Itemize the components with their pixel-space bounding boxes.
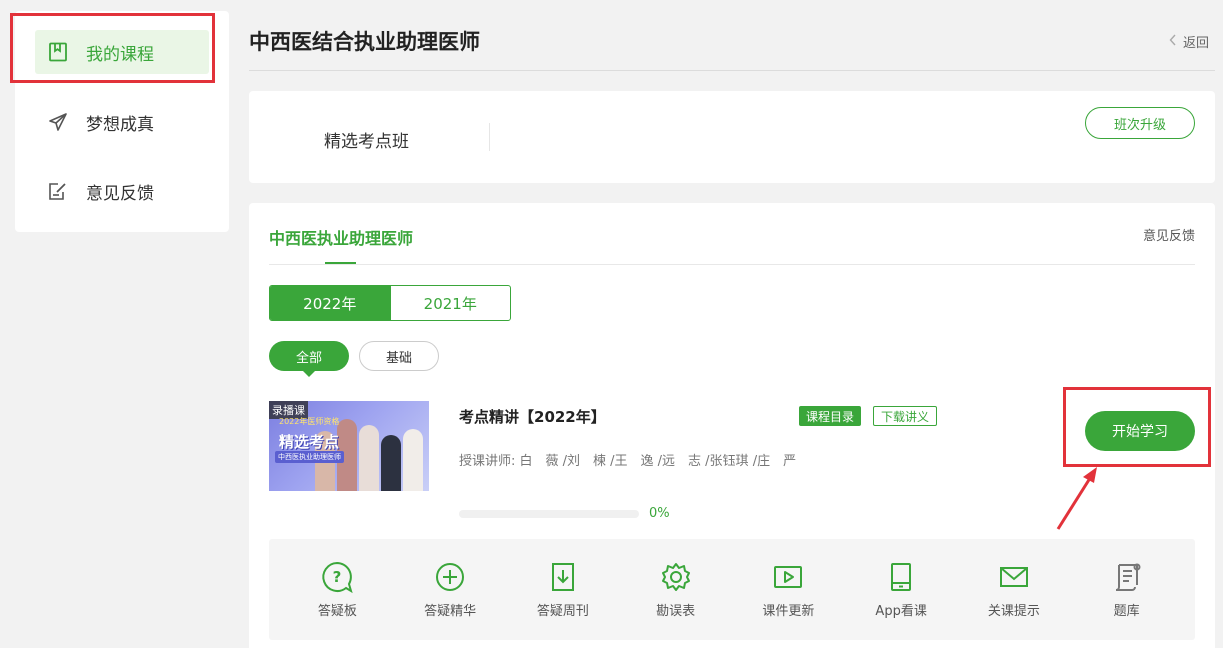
sidebar-item-feedback[interactable]: 意见反馈: [35, 169, 209, 213]
plus-circle-icon: [433, 560, 467, 594]
class-name: 精选考点班: [324, 132, 409, 152]
paper-plane-icon: [47, 111, 69, 133]
mail-icon: [997, 560, 1031, 594]
sidebar-item-label: 梦想成真: [86, 114, 154, 135]
tool-label: 勘误表: [656, 604, 696, 619]
annotation-arrow: [1056, 467, 1097, 530]
download-handout-button[interactable]: 下载讲义: [873, 406, 938, 426]
back-label: 返回: [1182, 36, 1209, 51]
year-2022-button[interactable]: 2022年: [270, 286, 390, 320]
gear-icon: [659, 560, 693, 594]
question-bubble-icon: ?: [320, 560, 354, 594]
download-doc-icon: [546, 560, 580, 594]
tablet-icon: [884, 560, 918, 594]
scroll-icon: [1110, 560, 1144, 594]
year-selector: 2022年 2021年: [269, 285, 511, 321]
tool-app-watch[interactable]: App看课: [851, 560, 951, 619]
feedback-link[interactable]: 意见反馈: [1143, 225, 1195, 244]
tool-label: 课件更新: [762, 604, 815, 619]
tool-close-notice[interactable]: 关课提示: [964, 560, 1064, 619]
sidebar-item-dream[interactable]: 梦想成真: [35, 100, 209, 144]
chevron-left-icon: [1169, 34, 1177, 50]
tool-qa-essence[interactable]: 答疑精华: [400, 560, 500, 619]
tool-question-bank[interactable]: 题库: [1077, 560, 1177, 619]
course-catalog-button[interactable]: 课程目录: [799, 406, 862, 426]
tab-course-category[interactable]: 中西医执业助理医师: [269, 225, 413, 249]
course-progress-bar: [459, 510, 639, 518]
tool-courseware-update[interactable]: 课件更新: [738, 560, 838, 619]
tool-label: 关课提示: [987, 604, 1040, 619]
tool-errata[interactable]: 勘误表: [626, 560, 726, 619]
course-title[interactable]: 考点精讲【2022年】: [459, 406, 606, 427]
tool-qa-board[interactable]: ? 答疑板: [287, 560, 387, 619]
class-card: 精选考点班 班次升级: [249, 91, 1215, 183]
header-divider: [249, 70, 1215, 71]
tool-label: 答疑周刊: [536, 604, 589, 619]
back-link[interactable]: 返回: [1169, 32, 1209, 51]
sidebar-item-label: 意见反馈: [86, 183, 154, 204]
tool-qa-weekly[interactable]: 答疑周刊: [513, 560, 613, 619]
svg-text:?: ?: [333, 568, 342, 586]
filter-basic-button[interactable]: 基础: [359, 341, 439, 371]
tool-label: 答疑板: [317, 604, 357, 619]
progress-percent: 0%: [649, 506, 670, 521]
tools-bar: ? 答疑板 答疑精华 答疑周刊 勘误表 课件更新 App看课 关课提示 题库: [269, 539, 1195, 640]
tool-label: App看课: [875, 604, 927, 619]
filter-all-button[interactable]: 全部: [269, 341, 349, 377]
thumb-line1: 2022年医师资格: [279, 417, 340, 426]
year-2021-button[interactable]: 2021年: [389, 286, 511, 320]
video-play-icon: [771, 560, 805, 594]
thumb-title: 精选考点: [279, 433, 340, 451]
tool-label: 答疑精华: [424, 604, 477, 619]
course-teachers: 授课讲师: 白 薇 /刘 楝 /王 逸 /远 志 /张钰琪 /庄 严: [459, 454, 797, 469]
page-title: 中西医结合执业助理医师: [249, 30, 480, 54]
class-divider: [489, 123, 490, 151]
thumb-subtitle: 中西医执业助理医师: [275, 451, 344, 463]
tool-label: 题库: [1113, 604, 1140, 619]
annotation-highlight-box: [10, 13, 215, 83]
edit-note-icon: [47, 180, 69, 202]
annotation-highlight-box: [1063, 387, 1211, 467]
tab-divider: [269, 264, 1195, 265]
course-thumbnail[interactable]: 录播课 2022年医师资格 精选考点 中西医执业助理医师: [269, 401, 429, 491]
upgrade-class-button[interactable]: 班次升级: [1085, 107, 1195, 139]
